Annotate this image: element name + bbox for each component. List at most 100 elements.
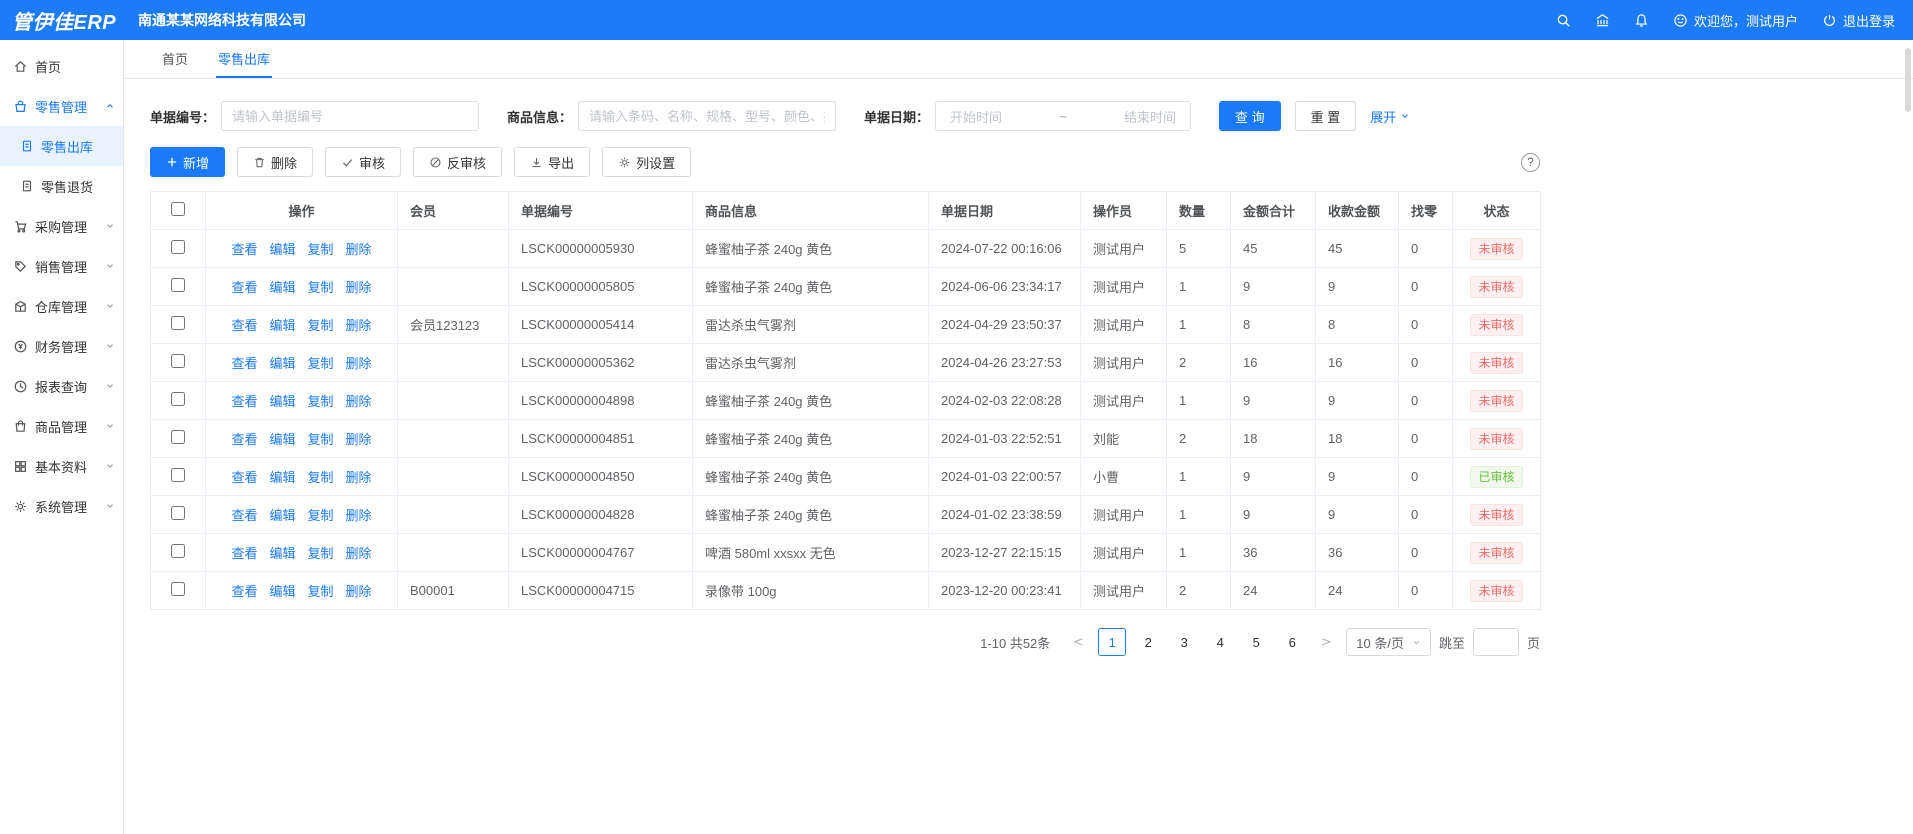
cell-order-no: LSCK00000005362 bbox=[509, 344, 693, 382]
column-settings-button[interactable]: 列设置 bbox=[602, 147, 691, 177]
export-button[interactable]: 导出 bbox=[514, 147, 590, 177]
cell-date: 2024-01-03 22:00:57 bbox=[929, 458, 1081, 496]
row-action-2[interactable]: 复制 bbox=[308, 394, 334, 409]
expand-link[interactable]: 展开 bbox=[1370, 107, 1410, 126]
sidebar-item-home[interactable]: 首页 bbox=[0, 46, 123, 86]
notification-bell-icon[interactable] bbox=[1634, 13, 1649, 28]
help-icon[interactable]: ? bbox=[1521, 153, 1540, 172]
welcome-user[interactable]: 欢迎您，测试用户 bbox=[1673, 11, 1798, 30]
row-checkbox[interactable] bbox=[171, 544, 185, 558]
row-checkbox[interactable] bbox=[171, 316, 185, 330]
row-action-0[interactable]: 查看 bbox=[231, 356, 257, 371]
cell-change: 0 bbox=[1399, 496, 1453, 534]
sidebar-item-report-query[interactable]: 报表查询 bbox=[0, 366, 123, 406]
logout-button[interactable]: 退出登录 bbox=[1822, 11, 1895, 30]
tab-home[interactable]: 首页 bbox=[160, 40, 190, 78]
row-action-2[interactable]: 复制 bbox=[308, 318, 334, 333]
add-button[interactable]: 新增 bbox=[150, 147, 225, 177]
order-no-input[interactable] bbox=[221, 101, 479, 131]
row-action-0[interactable]: 查看 bbox=[231, 546, 257, 561]
row-action-0[interactable]: 查看 bbox=[231, 432, 257, 447]
date-range-picker[interactable]: 开始时间 ~ 结束时间 bbox=[935, 101, 1191, 131]
sidebar-item-warehouse-management[interactable]: 仓库管理 bbox=[0, 286, 123, 326]
row-action-1[interactable]: 编辑 bbox=[269, 318, 295, 333]
audit-button[interactable]: 审核 bbox=[325, 147, 401, 177]
tab-retail-outbound[interactable]: 零售出库 bbox=[216, 40, 272, 78]
row-action-3[interactable]: 删除 bbox=[346, 280, 372, 295]
page-button-2[interactable]: 2 bbox=[1134, 628, 1162, 656]
row-action-1[interactable]: 编辑 bbox=[269, 242, 295, 257]
jump-page-input[interactable] bbox=[1473, 628, 1519, 656]
row-action-2[interactable]: 复制 bbox=[308, 584, 334, 599]
row-checkbox[interactable] bbox=[171, 240, 185, 254]
chevron-down-icon bbox=[105, 381, 115, 391]
sidebar-item-system-management[interactable]: 系统管理 bbox=[0, 486, 123, 526]
row-action-0[interactable]: 查看 bbox=[231, 242, 257, 257]
row-action-2[interactable]: 复制 bbox=[308, 356, 334, 371]
sidebar-item-sales-management[interactable]: 销售管理 bbox=[0, 246, 123, 286]
row-action-0[interactable]: 查看 bbox=[231, 394, 257, 409]
row-checkbox[interactable] bbox=[171, 278, 185, 292]
sidebar-item-retail-outbound[interactable]: 零售出库 bbox=[0, 126, 123, 166]
page-button-1[interactable]: 1 bbox=[1098, 628, 1126, 656]
row-action-3[interactable]: 删除 bbox=[346, 356, 372, 371]
sidebar-item-purchase-management[interactable]: 采购管理 bbox=[0, 206, 123, 246]
row-action-3[interactable]: 删除 bbox=[346, 584, 372, 599]
page-button-4[interactable]: 4 bbox=[1206, 628, 1234, 656]
reset-button[interactable]: 重 置 bbox=[1295, 101, 1357, 131]
row-action-1[interactable]: 编辑 bbox=[269, 356, 295, 371]
row-action-0[interactable]: 查看 bbox=[231, 318, 257, 333]
select-all-checkbox[interactable] bbox=[171, 202, 185, 216]
row-action-1[interactable]: 编辑 bbox=[269, 584, 295, 599]
row-action-3[interactable]: 删除 bbox=[346, 470, 372, 485]
row-action-3[interactable]: 删除 bbox=[346, 394, 372, 409]
page-button-3[interactable]: 3 bbox=[1170, 628, 1198, 656]
search-button[interactable]: 查 询 bbox=[1219, 101, 1281, 131]
row-action-3[interactable]: 删除 bbox=[346, 318, 372, 333]
row-action-3[interactable]: 删除 bbox=[346, 508, 372, 523]
row-action-1[interactable]: 编辑 bbox=[269, 470, 295, 485]
row-action-0[interactable]: 查看 bbox=[231, 280, 257, 295]
row-action-1[interactable]: 编辑 bbox=[269, 546, 295, 561]
row-action-0[interactable]: 查看 bbox=[231, 508, 257, 523]
row-action-2[interactable]: 复制 bbox=[308, 432, 334, 447]
search-icon[interactable] bbox=[1556, 13, 1571, 28]
prev-page-button[interactable]: < bbox=[1066, 628, 1090, 656]
sidebar-item-retail-return[interactable]: 零售退货 bbox=[0, 166, 123, 206]
page-button-6[interactable]: 6 bbox=[1278, 628, 1306, 656]
organization-icon[interactable] bbox=[1595, 13, 1610, 28]
row-action-1[interactable]: 编辑 bbox=[269, 508, 295, 523]
row-action-2[interactable]: 复制 bbox=[308, 280, 334, 295]
row-action-2[interactable]: 复制 bbox=[308, 546, 334, 561]
sidebar-item-basic-data[interactable]: 基本资料 bbox=[0, 446, 123, 486]
row-checkbox[interactable] bbox=[171, 582, 185, 596]
row-action-0[interactable]: 查看 bbox=[231, 470, 257, 485]
row-action-2[interactable]: 复制 bbox=[308, 242, 334, 257]
row-checkbox[interactable] bbox=[171, 506, 185, 520]
row-action-2[interactable]: 复制 bbox=[308, 508, 334, 523]
row-action-1[interactable]: 编辑 bbox=[269, 394, 295, 409]
sidebar-item-retail-management[interactable]: 零售管理 bbox=[0, 86, 123, 126]
delete-button[interactable]: 删除 bbox=[237, 147, 313, 177]
row-checkbox[interactable] bbox=[171, 430, 185, 444]
row-action-3[interactable]: 删除 bbox=[346, 546, 372, 561]
page-button-5[interactable]: 5 bbox=[1242, 628, 1270, 656]
row-checkbox[interactable] bbox=[171, 354, 185, 368]
layout: 首页 零售管理 零售出库 零售退货 采购管理 销售管理 bbox=[0, 40, 1913, 834]
scrollbar[interactable] bbox=[1905, 48, 1911, 112]
row-checkbox[interactable] bbox=[171, 468, 185, 482]
row-action-3[interactable]: 删除 bbox=[346, 432, 372, 447]
unaudit-button[interactable]: 反审核 bbox=[413, 147, 502, 177]
next-page-button[interactable]: > bbox=[1314, 628, 1338, 656]
table-row: 查看编辑复制删除LSCK00000004828蜂蜜柚子茶 240g 黄色2024… bbox=[151, 496, 1541, 534]
row-checkbox[interactable] bbox=[171, 392, 185, 406]
sidebar-item-goods-management[interactable]: 商品管理 bbox=[0, 406, 123, 446]
sidebar-item-finance-management[interactable]: 财务管理 bbox=[0, 326, 123, 366]
page-size-select[interactable]: 10 条/页 bbox=[1346, 628, 1431, 656]
row-action-0[interactable]: 查看 bbox=[231, 584, 257, 599]
product-info-input[interactable] bbox=[578, 101, 836, 131]
row-action-3[interactable]: 删除 bbox=[346, 242, 372, 257]
row-action-1[interactable]: 编辑 bbox=[269, 432, 295, 447]
row-action-2[interactable]: 复制 bbox=[308, 470, 334, 485]
row-action-1[interactable]: 编辑 bbox=[269, 280, 295, 295]
